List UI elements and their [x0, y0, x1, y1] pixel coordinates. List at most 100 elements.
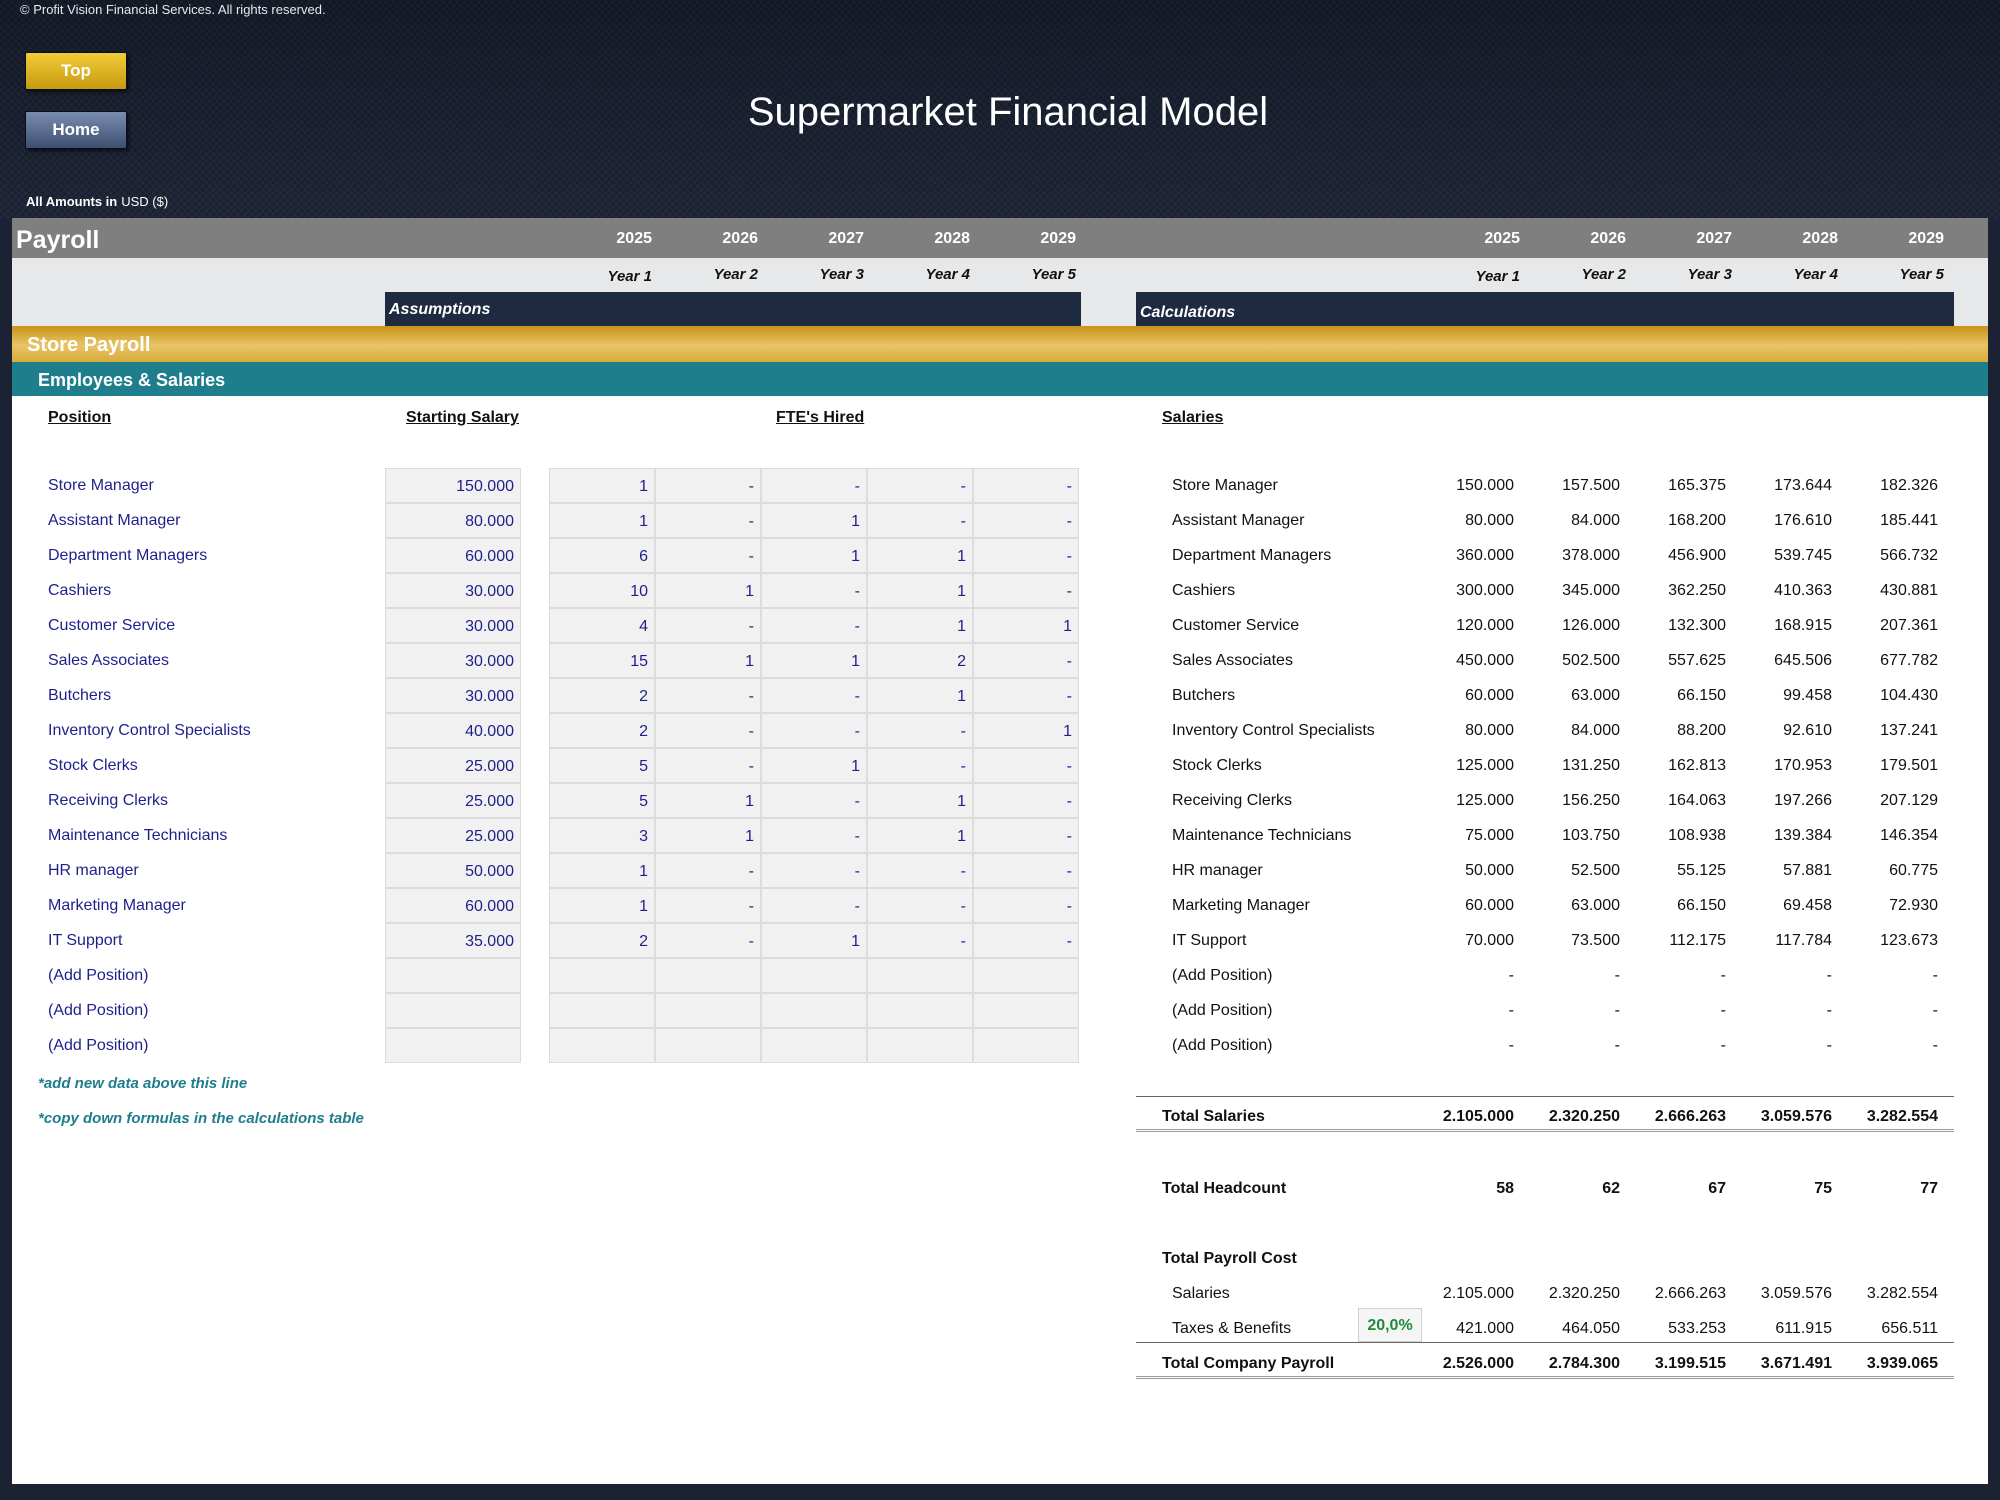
- starting-salary-input[interactable]: 80.000: [385, 503, 521, 538]
- fte-hired-input[interactable]: -: [655, 468, 761, 503]
- starting-salary-input[interactable]: 25.000: [385, 818, 521, 853]
- fte-hired-input[interactable]: [549, 1028, 655, 1063]
- fte-hired-input[interactable]: 1: [867, 783, 973, 818]
- fte-hired-input[interactable]: [867, 1028, 973, 1063]
- fte-hired-input[interactable]: -: [973, 468, 1079, 503]
- fte-hired-input[interactable]: [973, 958, 1079, 993]
- position-name[interactable]: Inventory Control Specialists: [48, 722, 251, 740]
- fte-hired-input[interactable]: 1: [867, 608, 973, 643]
- fte-hired-input[interactable]: [549, 958, 655, 993]
- top-button[interactable]: Top: [25, 52, 127, 90]
- fte-hired-input[interactable]: -: [655, 888, 761, 923]
- fte-hired-input[interactable]: 1: [867, 573, 973, 608]
- fte-hired-input[interactable]: 2: [549, 678, 655, 713]
- position-name[interactable]: Sales Associates: [48, 652, 169, 670]
- position-name[interactable]: Store Manager: [48, 477, 154, 495]
- fte-hired-input[interactable]: -: [973, 678, 1079, 713]
- starting-salary-input[interactable]: 25.000: [385, 748, 521, 783]
- position-name[interactable]: (Add Position): [48, 1002, 149, 1020]
- fte-hired-input[interactable]: -: [761, 853, 867, 888]
- fte-hired-input[interactable]: [549, 993, 655, 1028]
- fte-hired-input[interactable]: [761, 958, 867, 993]
- fte-hired-input[interactable]: 1: [973, 713, 1079, 748]
- fte-hired-input[interactable]: -: [761, 608, 867, 643]
- starting-salary-input[interactable]: 35.000: [385, 923, 521, 958]
- position-name[interactable]: HR manager: [48, 862, 139, 880]
- position-name[interactable]: IT Support: [48, 932, 122, 950]
- fte-hired-input[interactable]: [655, 1028, 761, 1063]
- fte-hired-input[interactable]: 1: [761, 503, 867, 538]
- fte-hired-input[interactable]: 1: [761, 643, 867, 678]
- fte-hired-input[interactable]: -: [655, 853, 761, 888]
- position-name[interactable]: (Add Position): [48, 967, 149, 985]
- fte-hired-input[interactable]: 1: [549, 853, 655, 888]
- fte-hired-input[interactable]: 1: [655, 818, 761, 853]
- fte-hired-input[interactable]: -: [867, 713, 973, 748]
- fte-hired-input[interactable]: 1: [867, 538, 973, 573]
- fte-hired-input[interactable]: -: [761, 468, 867, 503]
- fte-hired-input[interactable]: [655, 958, 761, 993]
- fte-hired-input[interactable]: 1: [655, 643, 761, 678]
- fte-hired-input[interactable]: -: [867, 503, 973, 538]
- fte-hired-input[interactable]: 3: [549, 818, 655, 853]
- starting-salary-input[interactable]: 40.000: [385, 713, 521, 748]
- fte-hired-input[interactable]: -: [867, 853, 973, 888]
- position-name[interactable]: Cashiers: [48, 582, 111, 600]
- fte-hired-input[interactable]: -: [973, 748, 1079, 783]
- starting-salary-input[interactable]: 50.000: [385, 853, 521, 888]
- fte-hired-input[interactable]: [761, 993, 867, 1028]
- position-name[interactable]: Department Managers: [48, 547, 207, 565]
- fte-hired-input[interactable]: -: [761, 783, 867, 818]
- starting-salary-input[interactable]: 30.000: [385, 643, 521, 678]
- fte-hired-input[interactable]: 2: [867, 643, 973, 678]
- fte-hired-input[interactable]: -: [867, 923, 973, 958]
- starting-salary-input[interactable]: 150.000: [385, 468, 521, 503]
- starting-salary-input[interactable]: 25.000: [385, 783, 521, 818]
- fte-hired-input[interactable]: 1: [973, 608, 1079, 643]
- fte-hired-input[interactable]: -: [973, 818, 1079, 853]
- starting-salary-input[interactable]: [385, 958, 521, 993]
- starting-salary-input[interactable]: 30.000: [385, 608, 521, 643]
- fte-hired-input[interactable]: -: [973, 643, 1079, 678]
- fte-hired-input[interactable]: 1: [761, 748, 867, 783]
- fte-hired-input[interactable]: -: [655, 503, 761, 538]
- fte-hired-input[interactable]: 1: [655, 573, 761, 608]
- fte-hired-input[interactable]: -: [655, 538, 761, 573]
- fte-hired-input[interactable]: -: [761, 818, 867, 853]
- fte-hired-input[interactable]: -: [655, 713, 761, 748]
- fte-hired-input[interactable]: 5: [549, 748, 655, 783]
- fte-hired-input[interactable]: [973, 1028, 1079, 1063]
- fte-hired-input[interactable]: 4: [549, 608, 655, 643]
- starting-salary-input[interactable]: 30.000: [385, 678, 521, 713]
- fte-hired-input[interactable]: -: [973, 538, 1079, 573]
- fte-hired-input[interactable]: [655, 993, 761, 1028]
- fte-hired-input[interactable]: -: [867, 888, 973, 923]
- position-name[interactable]: Assistant Manager: [48, 512, 181, 530]
- fte-hired-input[interactable]: 1: [867, 678, 973, 713]
- fte-hired-input[interactable]: [867, 958, 973, 993]
- fte-hired-input[interactable]: 1: [761, 538, 867, 573]
- fte-hired-input[interactable]: -: [973, 923, 1079, 958]
- fte-hired-input[interactable]: -: [973, 783, 1079, 818]
- fte-hired-input[interactable]: 1: [549, 503, 655, 538]
- fte-hired-input[interactable]: 1: [549, 468, 655, 503]
- fte-hired-input[interactable]: -: [867, 748, 973, 783]
- fte-hired-input[interactable]: -: [655, 678, 761, 713]
- fte-hired-input[interactable]: -: [973, 503, 1079, 538]
- fte-hired-input[interactable]: -: [761, 888, 867, 923]
- fte-hired-input[interactable]: 10: [549, 573, 655, 608]
- fte-hired-input[interactable]: 6: [549, 538, 655, 573]
- starting-salary-input[interactable]: [385, 993, 521, 1028]
- fte-hired-input[interactable]: -: [867, 468, 973, 503]
- fte-hired-input[interactable]: 1: [549, 888, 655, 923]
- fte-hired-input[interactable]: -: [761, 678, 867, 713]
- fte-hired-input[interactable]: -: [973, 853, 1079, 888]
- fte-hired-input[interactable]: 1: [655, 783, 761, 818]
- starting-salary-input[interactable]: 30.000: [385, 573, 521, 608]
- fte-hired-input[interactable]: [867, 993, 973, 1028]
- position-name[interactable]: Marketing Manager: [48, 897, 186, 915]
- fte-hired-input[interactable]: -: [973, 573, 1079, 608]
- position-name[interactable]: Customer Service: [48, 617, 175, 635]
- fte-hired-input[interactable]: -: [655, 608, 761, 643]
- fte-hired-input[interactable]: -: [655, 923, 761, 958]
